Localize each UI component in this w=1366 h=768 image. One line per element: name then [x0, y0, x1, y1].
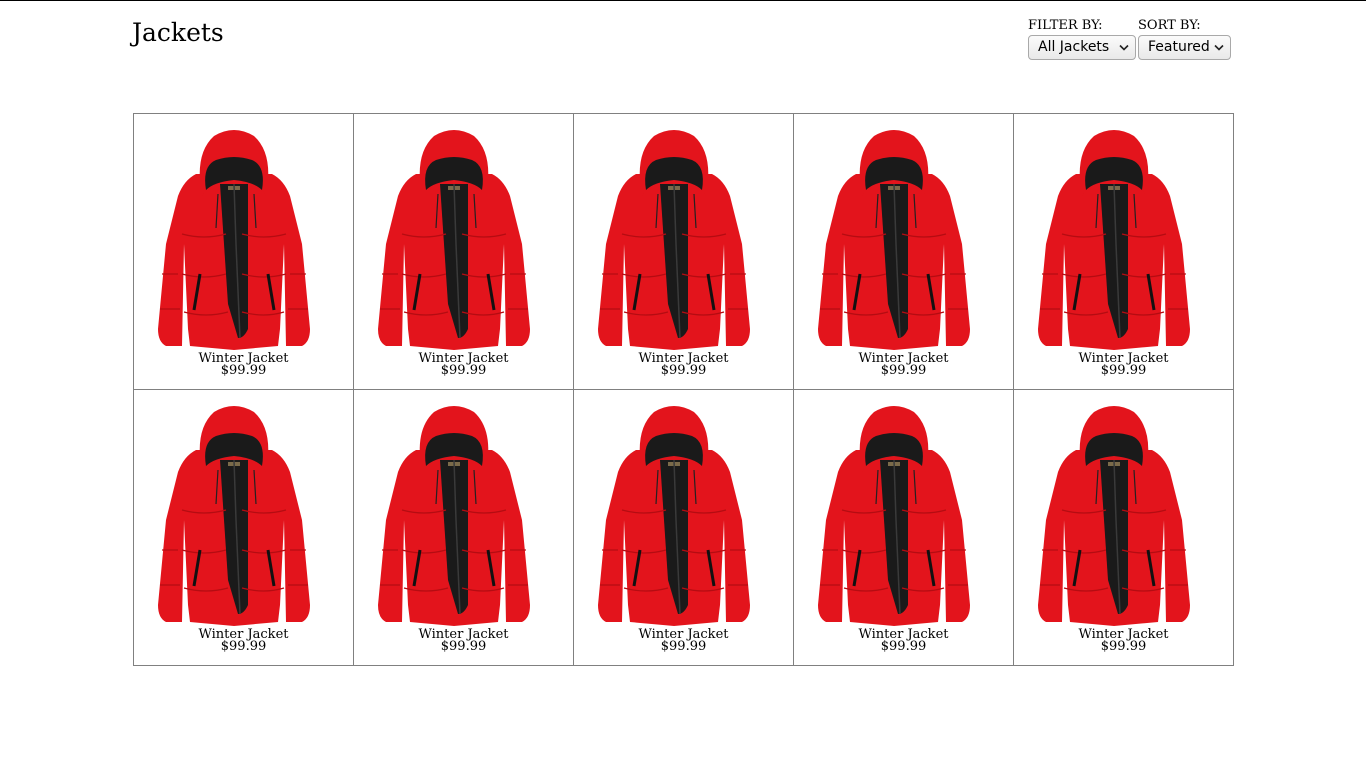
product-price: $99.99 [660, 363, 707, 378]
product-price: $99.99 [440, 363, 487, 378]
product-image [1024, 400, 1204, 628]
product-image [364, 400, 544, 628]
product-price: $99.99 [220, 363, 267, 378]
product-image [144, 124, 324, 352]
product-card[interactable]: Winter Jacket $99.99 [353, 113, 574, 390]
chevron-down-icon [1119, 44, 1129, 51]
product-price: $99.99 [1100, 363, 1147, 378]
product-grid: Winter Jacket $99.99 Winter Jacket $99.9… [133, 113, 1234, 666]
product-image [804, 400, 984, 628]
sort-control: SORT BY: Featured [1138, 18, 1231, 60]
filter-control: FILTER BY: All Jackets [1028, 18, 1136, 60]
product-card[interactable]: Winter Jacket $99.99 [793, 113, 1014, 390]
filter-select[interactable]: All Jackets [1028, 35, 1136, 60]
product-image [584, 124, 764, 352]
product-card[interactable]: Winter Jacket $99.99 [1013, 389, 1234, 666]
product-price: $99.99 [880, 639, 927, 654]
product-card[interactable]: Winter Jacket $99.99 [1013, 113, 1234, 390]
product-price: $99.99 [440, 639, 487, 654]
product-image [144, 400, 324, 628]
product-image [364, 124, 544, 352]
product-card[interactable]: Winter Jacket $99.99 [573, 113, 794, 390]
product-card[interactable]: Winter Jacket $99.99 [793, 389, 1014, 666]
product-card[interactable]: Winter Jacket $99.99 [353, 389, 574, 666]
filter-label: FILTER BY: [1028, 18, 1103, 33]
product-card[interactable]: Winter Jacket $99.99 [133, 389, 354, 666]
sort-label: SORT BY: [1138, 18, 1201, 33]
filter-select-value: All Jackets [1038, 39, 1110, 55]
sort-select[interactable]: Featured [1138, 35, 1231, 60]
product-image [584, 400, 764, 628]
product-image [1024, 124, 1204, 352]
sort-select-value: Featured [1148, 39, 1210, 55]
chevron-down-icon [1214, 44, 1224, 51]
product-image [804, 124, 984, 352]
product-price: $99.99 [880, 363, 927, 378]
product-price: $99.99 [1100, 639, 1147, 654]
product-price: $99.99 [660, 639, 707, 654]
page-title: Jackets [132, 18, 224, 47]
product-price: $99.99 [220, 639, 267, 654]
product-card[interactable]: Winter Jacket $99.99 [133, 113, 354, 390]
product-card[interactable]: Winter Jacket $99.99 [573, 389, 794, 666]
